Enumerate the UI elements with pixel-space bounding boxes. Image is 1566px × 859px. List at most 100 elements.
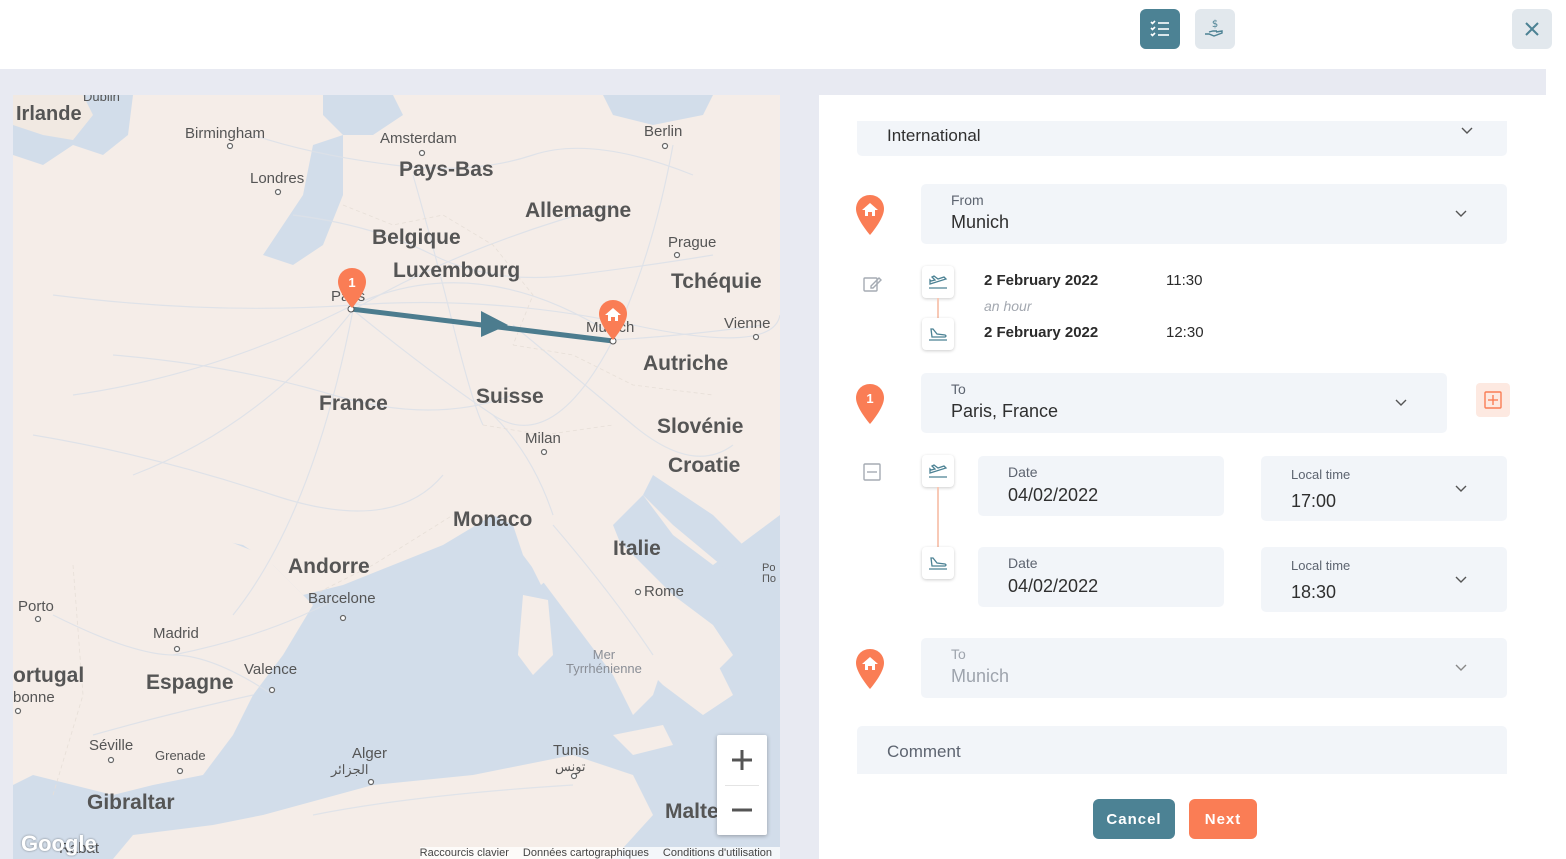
map-label-alger-arabic: الجزائر [331,762,369,777]
home-pin-icon [599,300,627,340]
close-button[interactable] [1512,9,1552,49]
leg1-arrival-date: 2 February 2022 [984,324,1099,341]
map-label-amsterdam: Amsterdam [380,130,457,147]
map-label-prague: Prague [668,234,717,251]
map-label-grenade: Grenade [155,748,206,763]
plane-takeoff-icon [929,275,948,289]
chevron-down-icon [1455,485,1467,492]
scrollbar-track[interactable] [1546,69,1566,859]
leg2-arrival-date-field[interactable]: Date 04/02/2022 [978,547,1224,607]
map-pin-stop-1[interactable]: 1 [336,267,368,314]
plus-icon [732,750,752,770]
leg1-departure-date: 2 February 2022 [984,272,1099,289]
map-label-belgique: Belgique [372,226,461,249]
leg2-departure-date-label: Date [1008,464,1038,480]
map-label-porto: Porto [18,598,54,615]
edit-leg-button[interactable] [861,273,883,300]
from-value: Munich [951,212,1010,232]
home-pin-icon [856,195,884,235]
map-label-birmingham: Birmingham [185,125,266,142]
from-label: From [951,192,984,208]
fare-button[interactable]: $ [1195,9,1235,49]
itinerary-form: International From Munich 2 February 202… [819,69,1546,859]
plane-landing-icon [929,328,947,341]
map-label-alger: Alger [352,745,388,762]
form-header-strip [819,69,1546,95]
remove-leg-button[interactable] [862,462,882,487]
leg2-arrival [922,547,954,579]
map-label-rome: Rome [644,583,685,600]
to-stop-1-select[interactable]: To Paris, France [921,373,1447,433]
map-label-mer-tyrrhenienne: Mer Tyrrhénienne [566,647,642,676]
add-stop-button[interactable] [1476,383,1510,417]
close-icon [1525,22,1539,36]
map-label-autriche: Autriche [643,352,729,375]
map-label-irlande: Irlande [16,103,82,125]
trip-type-select[interactable]: International [857,121,1507,156]
leg2-departure [922,455,954,487]
map-label-barcelone: Barcelone [308,590,376,607]
zoom-in-button[interactable] [717,735,767,785]
leg2-departure-time-select[interactable]: Local time 17:00 [1261,456,1507,521]
checklist-icon [1150,20,1169,37]
keyboard-shortcuts-link[interactable]: Raccourcis clavier [420,847,509,859]
top-bar: $ [0,0,1566,69]
plane-landing-icon [929,557,947,570]
stop-pin-icon: 1 [856,384,884,424]
edit-icon [863,277,882,292]
map-label-andorre: Andorre [288,555,370,578]
from-home-pin [853,194,887,241]
to-return-select[interactable]: To Munich [921,638,1507,698]
next-button[interactable]: Next [1189,799,1257,839]
to-return-label: To [951,646,966,662]
map-label-po: Po По [762,562,777,585]
map-label-slovenie: Slovénie [657,415,744,438]
leg2-departure-time-label: Local time [1291,467,1351,482]
home-pin-icon [856,649,884,689]
stop-pin-number: 1 [866,391,873,406]
cancel-button[interactable]: Cancel [1093,799,1175,839]
leg2-arrival-date-value: 04/02/2022 [1008,576,1099,596]
map-data-link[interactable]: Données cartographiques [523,847,649,859]
minus-square-icon [863,463,881,481]
map-label-londres: Londres [250,170,305,187]
map-label-dublin: Dublin [83,95,120,104]
comment-placeholder: Comment [887,742,961,761]
map-label-monaco: Monaco [453,508,533,531]
to-return-placeholder: Munich [951,666,1010,686]
leg2-arrival-time-select[interactable]: Local time 18:30 [1261,547,1507,612]
map-label-milan: Milan [525,430,561,447]
leg2-departure-date-field[interactable]: Date 04/02/2022 [978,456,1224,516]
leg2-connector [937,487,939,547]
list-view-button[interactable] [1140,9,1180,49]
map-label-suisse: Suisse [476,385,544,408]
route-map[interactable]: Dublin Irlande Birmingham Londres Amster… [13,95,780,859]
zoom-control [717,735,767,835]
map-label-croatie: Croatie [668,454,741,477]
chevron-down-icon [1461,127,1473,134]
comment-field[interactable]: Comment [857,726,1507,774]
zoom-out-button[interactable] [717,785,767,835]
map-label-malte: Malte [665,800,719,823]
map-pin-number: 1 [348,275,355,290]
map-pin-icon: 1 [338,268,366,308]
map-label-allemagne: Allemagne [525,199,632,222]
map-panel: Dublin Irlande Birmingham Londres Amster… [0,69,800,859]
chevron-down-icon [1455,576,1467,583]
leg1-arrival [922,318,954,350]
leg2-arrival-time-label: Local time [1291,558,1351,573]
return-home-pin [853,648,887,695]
leg2-arrival-time-value: 18:30 [1291,582,1337,602]
leg1-duration: an hour [984,298,1032,314]
map-label-italie: Italie [613,537,661,560]
terms-link[interactable]: Conditions d'utilisation [663,847,772,859]
map-pin-home[interactable] [597,299,629,346]
from-select[interactable]: From Munich [921,184,1507,244]
map-label-espagne: Espagne [146,671,234,694]
map-label-tchequie: Tchéquie [671,270,762,293]
leg2-arrival-date-label: Date [1008,555,1038,571]
to-stop-1-value: Paris, France [951,401,1059,421]
map-label-madrid: Madrid [153,625,199,642]
map-label-paysbas: Pays-Bas [399,158,494,181]
stop-1-pin: 1 [853,383,887,430]
